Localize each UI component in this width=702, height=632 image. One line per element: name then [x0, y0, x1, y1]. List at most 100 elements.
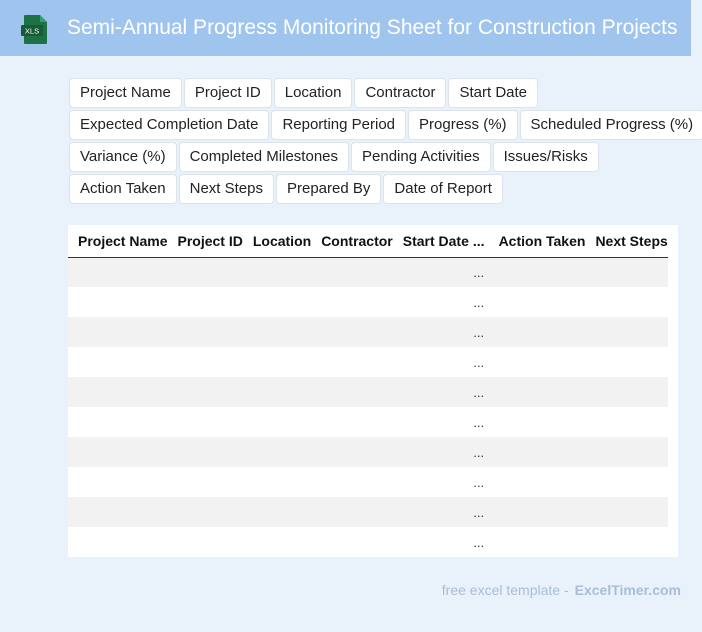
table-cell: [68, 377, 168, 407]
preview-table: Project Name Project ID Location Contrac…: [68, 225, 678, 557]
table-cell: [585, 527, 668, 557]
table-cell: [311, 497, 393, 527]
table-cell: [167, 317, 243, 347]
table-cell: [392, 347, 469, 377]
tag-variance[interactable]: Variance (%): [69, 142, 177, 172]
table-cell: ...: [468, 347, 489, 377]
tag-progress[interactable]: Progress (%): [408, 110, 518, 140]
column-header: Next Steps: [585, 225, 668, 258]
table-cell: [167, 257, 243, 287]
column-header: Project Name: [68, 225, 168, 258]
tag-row: Expected Completion Date Reporting Perio…: [69, 110, 702, 140]
table-cell: [488, 407, 586, 437]
column-header: Start Date: [392, 225, 469, 258]
tag-prepared-by[interactable]: Prepared By: [276, 174, 382, 204]
tag-row: Project Name Project ID Location Contrac…: [69, 78, 699, 108]
column-header: Action Taken: [488, 225, 586, 258]
footer-brand-link[interactable]: ExcelTimer.com: [575, 582, 681, 598]
tag-row: Action Taken Next Steps Prepared By Date…: [69, 174, 699, 204]
table-cell: [68, 347, 168, 377]
table-cell: [392, 527, 469, 557]
table-cell: [311, 437, 393, 467]
table-cell: [392, 377, 469, 407]
table-cell: [68, 527, 168, 557]
tag-date-of-report[interactable]: Date of Report: [383, 174, 503, 204]
column-header: Location: [242, 225, 312, 258]
table-row: ...: [68, 407, 668, 437]
table-cell: [488, 527, 586, 557]
table-cell: [488, 347, 586, 377]
column-header: Project ID: [167, 225, 243, 258]
table-cell: [488, 497, 586, 527]
page-title: Semi-Annual Progress Monitoring Sheet fo…: [67, 16, 678, 39]
table-cell: [167, 377, 243, 407]
table-cell: [392, 467, 469, 497]
tag-start-date[interactable]: Start Date: [448, 78, 539, 108]
table-row: ...: [68, 497, 668, 527]
footer-text: free excel template -: [441, 582, 569, 598]
table-cell: [167, 287, 243, 317]
table-row: ...: [68, 467, 668, 497]
column-header: Contractor: [311, 225, 393, 258]
table-cell: ...: [468, 467, 489, 497]
field-tags: Project Name Project ID Location Contrac…: [69, 78, 702, 206]
tag-completed-milestones[interactable]: Completed Milestones: [178, 142, 349, 172]
table-cell: [68, 317, 168, 347]
table-cell: [585, 377, 668, 407]
table-cell: [392, 257, 469, 287]
tag-issues-risks[interactable]: Issues/Risks: [492, 142, 599, 172]
tag-reporting-period[interactable]: Reporting Period: [271, 110, 407, 140]
header-bar: XLS Semi-Annual Progress Monitoring Shee…: [0, 0, 691, 56]
table-cell: [585, 317, 668, 347]
excel-file-icon: XLS: [21, 15, 47, 44]
table-cell: [392, 437, 469, 467]
table-cell: [488, 437, 586, 467]
table-cell: [585, 497, 668, 527]
tag-project-name[interactable]: Project Name: [69, 78, 182, 108]
table-cell: [585, 347, 668, 377]
table-header-row: Project Name Project ID Location Contrac…: [68, 225, 668, 258]
tag-expected-completion-date[interactable]: Expected Completion Date: [69, 110, 270, 140]
table-cell: ...: [468, 407, 489, 437]
table-cell: [167, 497, 243, 527]
table-cell: [242, 257, 312, 287]
table-cell: [68, 257, 168, 287]
table-cell: [167, 347, 243, 377]
table-cell: [311, 377, 393, 407]
table-cell: [585, 257, 668, 287]
table-cell: [167, 467, 243, 497]
table-row: ...: [68, 287, 668, 317]
table-cell: [392, 287, 469, 317]
table-cell: ...: [468, 527, 489, 557]
xls-label: XLS: [25, 27, 39, 36]
tag-scheduled-progress[interactable]: Scheduled Progress (%): [519, 110, 702, 140]
table-cell: [585, 467, 668, 497]
table-cell: [311, 347, 393, 377]
table-cell: [242, 497, 312, 527]
table-row: ...: [68, 527, 668, 557]
tag-contractor[interactable]: Contractor: [354, 78, 447, 108]
table-cell: ...: [468, 437, 489, 467]
tag-next-steps[interactable]: Next Steps: [178, 174, 274, 204]
table-cell: ...: [468, 287, 489, 317]
table-cell: [311, 527, 393, 557]
table-cell: [242, 377, 312, 407]
table-row: ...: [68, 257, 668, 287]
tag-location[interactable]: Location: [273, 78, 353, 108]
footer-credit: free excel template - ExcelTimer.com: [442, 582, 681, 598]
table-cell: [242, 467, 312, 497]
table-cell: [488, 257, 586, 287]
table-row: ...: [68, 347, 668, 377]
table-cell: [167, 407, 243, 437]
table-row: ...: [68, 437, 668, 467]
tag-pending-activities[interactable]: Pending Activities: [351, 142, 491, 172]
table-cell: [311, 287, 393, 317]
table-cell: ...: [468, 317, 489, 347]
table-cell: [585, 437, 668, 467]
table-cell: [311, 407, 393, 437]
table-cell: [392, 317, 469, 347]
tag-project-id[interactable]: Project ID: [183, 78, 272, 108]
table-cell: [242, 437, 312, 467]
tag-action-taken[interactable]: Action Taken: [69, 174, 177, 204]
table-cell: ...: [468, 377, 489, 407]
